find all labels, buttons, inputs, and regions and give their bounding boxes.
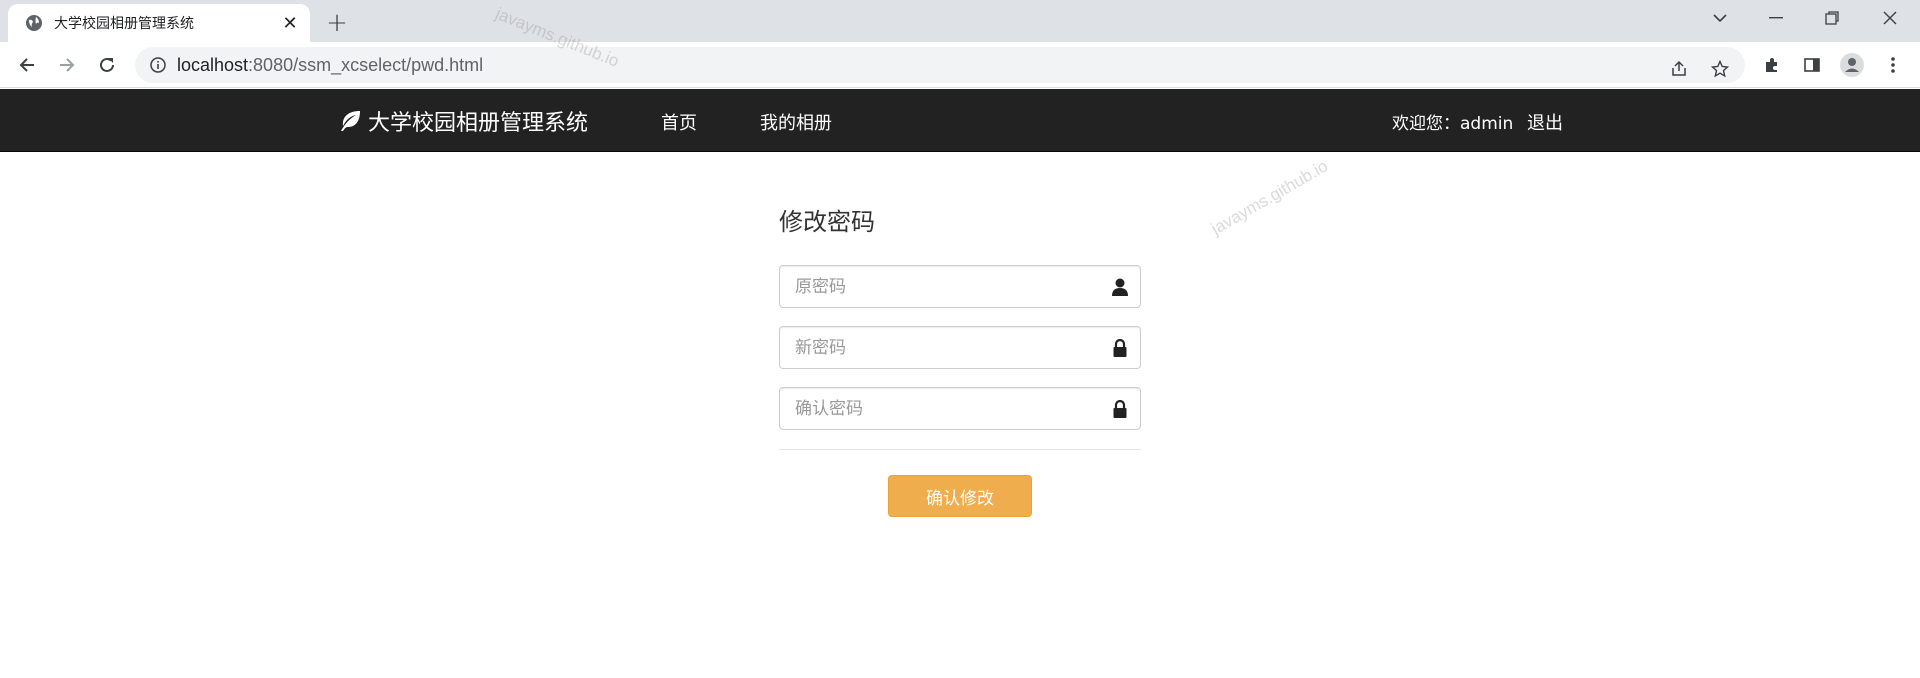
site-brand[interactable]: 大学校园相册管理系统 bbox=[338, 105, 588, 137]
tab-close-icon[interactable]: ✕ bbox=[276, 9, 304, 37]
brand-title: 大学校园相册管理系统 bbox=[368, 111, 589, 136]
user-icon bbox=[1110, 277, 1130, 297]
back-icon[interactable] bbox=[12, 50, 42, 80]
tab-title: 大学校园相册管理系统 bbox=[54, 16, 194, 32]
browser-tab[interactable]: 大学校园相册管理系统 ✕ bbox=[8, 4, 310, 42]
confirm-password-input[interactable] bbox=[780, 388, 1100, 429]
confirm-password-field bbox=[779, 387, 1141, 430]
lock-icon bbox=[1110, 338, 1130, 358]
welcome-text: 欢迎您：admin bbox=[1392, 114, 1514, 134]
page-title: 修改密码 bbox=[779, 208, 875, 236]
new-password-field bbox=[779, 326, 1141, 369]
menu-kebab-icon[interactable] bbox=[1878, 50, 1908, 80]
old-password-field bbox=[779, 265, 1141, 308]
lock-icon bbox=[1110, 399, 1130, 419]
globe-icon bbox=[24, 13, 44, 33]
bookmark-star-icon[interactable] bbox=[1706, 55, 1734, 83]
url-host: localhost bbox=[177, 55, 249, 75]
minimize-icon[interactable] bbox=[1748, 0, 1804, 36]
watermark-text: javayms.github.io bbox=[1208, 156, 1332, 239]
restore-icon[interactable] bbox=[1804, 0, 1860, 36]
old-password-input[interactable] bbox=[780, 266, 1100, 307]
address-bar[interactable]: localhost:8080/ssm_xcselect/pwd.html bbox=[135, 47, 1745, 83]
new-tab-button[interactable]: + bbox=[322, 8, 352, 38]
side-panel-icon[interactable] bbox=[1797, 50, 1827, 80]
profile-avatar-icon[interactable] bbox=[1837, 50, 1867, 80]
nav-home[interactable]: 首页 bbox=[661, 109, 697, 135]
reload-icon[interactable] bbox=[92, 50, 122, 80]
share-icon[interactable] bbox=[1665, 55, 1693, 83]
nav-my-albums[interactable]: 我的相册 bbox=[760, 109, 832, 135]
form-divider bbox=[779, 449, 1141, 450]
forward-icon[interactable] bbox=[52, 50, 82, 80]
url-path: :8080/ssm_xcselect/pwd.html bbox=[248, 55, 484, 75]
site-navbar: 大学校园相册管理系统 首页 我的相册 欢迎您：admin 退出 bbox=[0, 89, 1920, 152]
logout-link[interactable]: 退出 bbox=[1527, 109, 1563, 135]
confirm-change-button[interactable]: 确认修改 bbox=[888, 475, 1032, 517]
url-text: localhost:8080/ssm_xcselect/pwd.html bbox=[177, 55, 483, 76]
browser-toolbar: localhost:8080/ssm_xcselect/pwd.html bbox=[0, 42, 1920, 88]
new-password-input[interactable] bbox=[780, 327, 1100, 368]
browser-tabstrip: 大学校园相册管理系统 ✕ + bbox=[0, 0, 1920, 42]
leaf-icon bbox=[338, 109, 362, 133]
close-window-icon[interactable] bbox=[1862, 0, 1918, 36]
site-info-icon[interactable] bbox=[149, 56, 167, 74]
tab-search-icon[interactable] bbox=[1692, 0, 1748, 36]
extensions-icon[interactable] bbox=[1757, 50, 1787, 80]
